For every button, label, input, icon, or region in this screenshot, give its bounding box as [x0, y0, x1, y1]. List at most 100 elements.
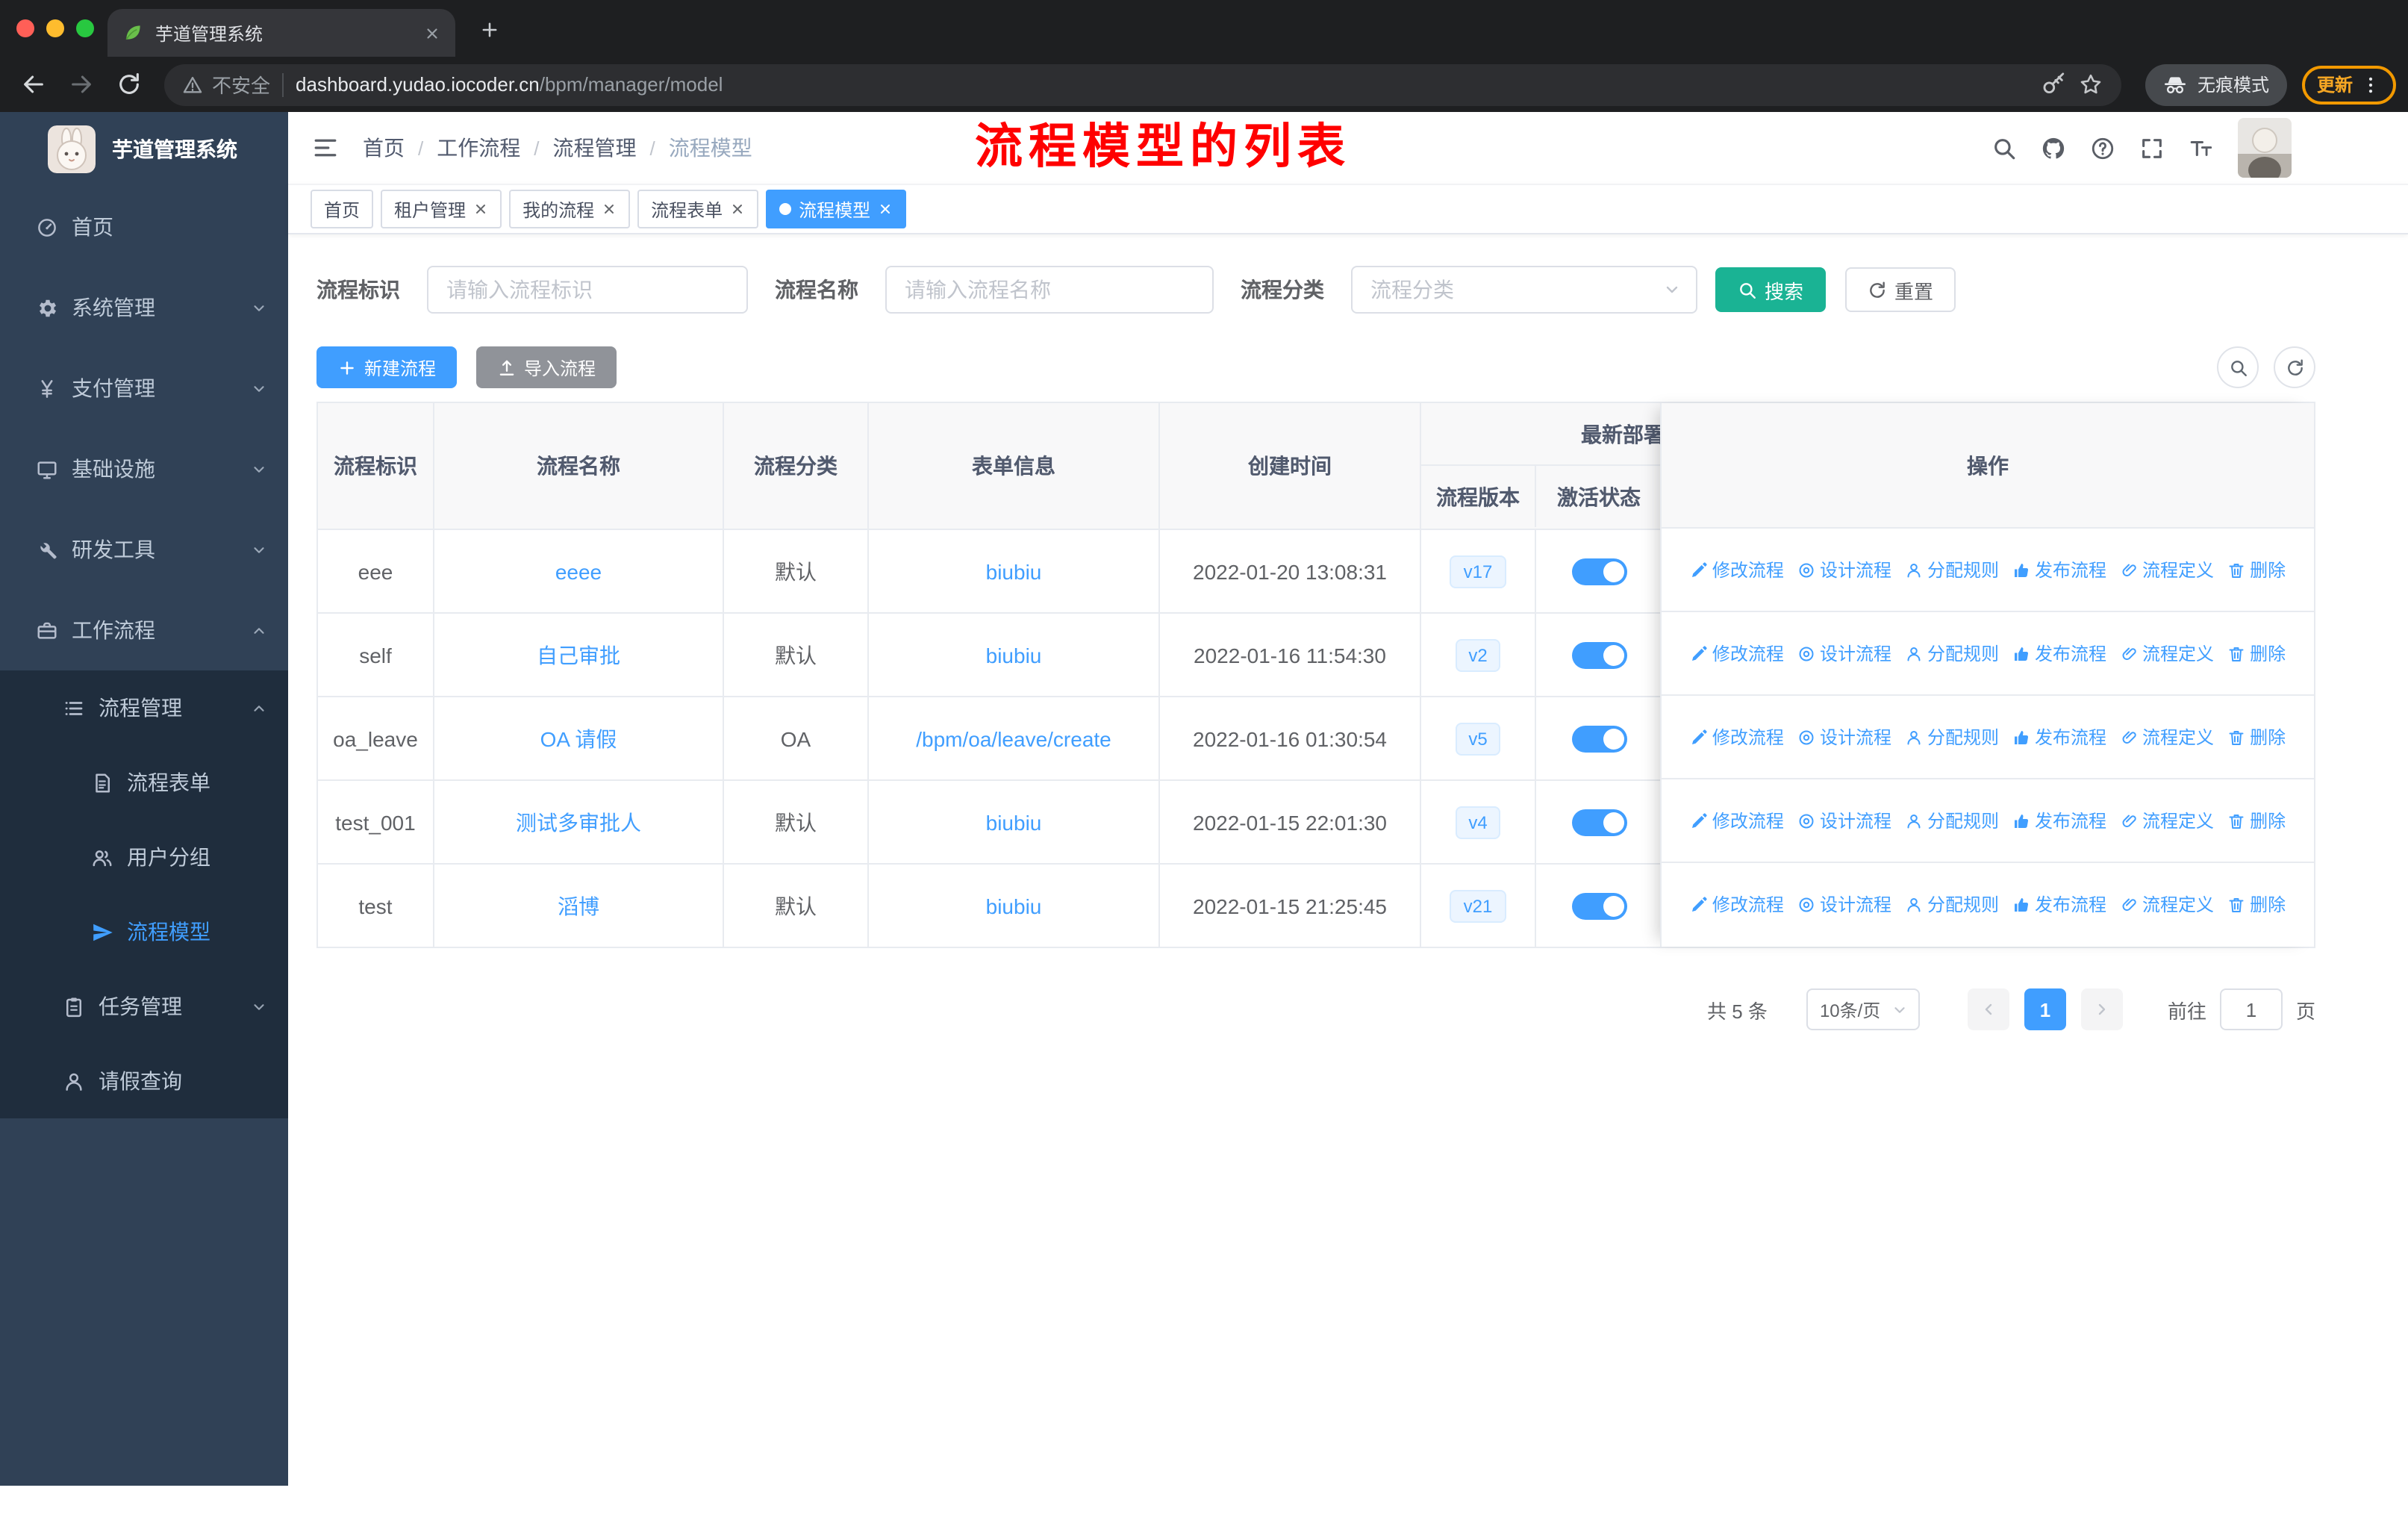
- sidebar-item-dev-tools[interactable]: 研发工具: [0, 509, 288, 590]
- assign-rule-link[interactable]: 分配规则: [1905, 557, 1999, 582]
- form-info-link[interactable]: biubiu: [986, 894, 1042, 918]
- menu-dots-icon[interactable]: [2360, 74, 2381, 95]
- sidebar-item-payment-mgmt[interactable]: 支付管理: [0, 348, 288, 429]
- sidebar-item-task-mgmt[interactable]: 任务管理: [0, 969, 288, 1044]
- assign-rule-link[interactable]: 分配规则: [1905, 641, 1999, 666]
- flow-key-input[interactable]: [427, 266, 748, 314]
- form-info-link[interactable]: /bpm/oa/leave/create: [916, 726, 1111, 750]
- security-chip[interactable]: 不安全: [182, 70, 270, 99]
- modify-flow-link[interactable]: 修改流程: [1690, 641, 1784, 666]
- modify-flow-link[interactable]: 修改流程: [1690, 724, 1784, 750]
- reset-button[interactable]: 重置: [1845, 267, 1956, 312]
- sidebar-item-infrastructure[interactable]: 基础设施: [0, 429, 288, 509]
- assign-rule-link[interactable]: 分配规则: [1905, 724, 1999, 750]
- close-icon[interactable]: [878, 202, 893, 217]
- tag-process-form[interactable]: 流程表单: [637, 190, 759, 228]
- tag-tenant-mgmt[interactable]: 租户管理: [381, 190, 502, 228]
- publish-flow-link[interactable]: 发布流程: [2012, 808, 2106, 833]
- tag-home[interactable]: 首页: [311, 190, 374, 228]
- delete-link[interactable]: 删除: [2227, 641, 2286, 666]
- design-flow-link[interactable]: 设计流程: [1797, 891, 1891, 917]
- current-page[interactable]: 1: [2024, 988, 2066, 1030]
- import-flow-button[interactable]: 导入流程: [476, 346, 617, 388]
- form-info-link[interactable]: biubiu: [986, 643, 1042, 667]
- design-flow-link[interactable]: 设计流程: [1797, 724, 1891, 750]
- toggle-search-button[interactable]: [2217, 346, 2259, 388]
- active-toggle[interactable]: [1571, 809, 1626, 835]
- modify-flow-link[interactable]: 修改流程: [1690, 891, 1784, 917]
- breadcrumb-item[interactable]: 流程管理: [553, 133, 637, 163]
- modify-flow-link[interactable]: 修改流程: [1690, 557, 1784, 582]
- sidebar-item-process-mgmt[interactable]: 流程管理: [0, 670, 288, 745]
- refresh-table-button[interactable]: [2274, 346, 2315, 388]
- active-toggle[interactable]: [1571, 725, 1626, 752]
- form-info-link[interactable]: biubiu: [986, 810, 1042, 834]
- form-info-link[interactable]: biubiu: [986, 559, 1042, 583]
- flow-definition-link[interactable]: 流程定义: [2120, 891, 2214, 917]
- sidebar-item-workflow[interactable]: 工作流程: [0, 590, 288, 670]
- new-tab-button[interactable]: [470, 10, 509, 49]
- sidebar-item-leave-query[interactable]: 请假查询: [0, 1044, 288, 1118]
- publish-flow-link[interactable]: 发布流程: [2012, 641, 2106, 666]
- close-icon[interactable]: [602, 202, 617, 217]
- avatar[interactable]: [2238, 118, 2292, 178]
- delete-link[interactable]: 删除: [2227, 808, 2286, 833]
- sidebar-item-user-group[interactable]: 用户分组: [0, 820, 288, 894]
- next-page-button[interactable]: [2080, 988, 2123, 1030]
- browser-update-chip[interactable]: 更新: [2301, 65, 2396, 104]
- publish-flow-link[interactable]: 发布流程: [2012, 891, 2106, 917]
- flow-category-select[interactable]: 流程分类: [1351, 266, 1697, 314]
- search-icon[interactable]: [1980, 112, 2029, 184]
- active-toggle[interactable]: [1571, 641, 1626, 668]
- bookmark-star-icon[interactable]: [2078, 72, 2103, 97]
- model-name-link[interactable]: OA 请假: [540, 723, 617, 753]
- create-flow-button[interactable]: 新建流程: [316, 346, 458, 388]
- design-flow-link[interactable]: 设计流程: [1797, 641, 1891, 666]
- sidebar-toggle-button[interactable]: [288, 112, 363, 184]
- fullscreen-icon[interactable]: [2127, 112, 2177, 184]
- tag-my-process[interactable]: 我的流程: [509, 190, 631, 228]
- assign-rule-link[interactable]: 分配规则: [1905, 808, 1999, 833]
- active-toggle[interactable]: [1571, 892, 1626, 919]
- model-name-link[interactable]: eeee: [555, 559, 602, 583]
- sidebar-item-process-form[interactable]: 流程表单: [0, 745, 288, 820]
- assign-rule-link[interactable]: 分配规则: [1905, 891, 1999, 917]
- model-name-link[interactable]: 自己审批: [537, 640, 620, 670]
- flow-definition-link[interactable]: 流程定义: [2120, 557, 2214, 582]
- design-flow-link[interactable]: 设计流程: [1797, 808, 1891, 833]
- window-zoom-button[interactable]: [76, 19, 94, 37]
- address-bar[interactable]: 不安全 dashboard.yudao.iocoder.cn/bpm/manag…: [164, 63, 2121, 105]
- close-icon[interactable]: [730, 202, 745, 217]
- reload-button[interactable]: [107, 63, 149, 105]
- github-icon[interactable]: [2029, 112, 2078, 184]
- close-icon[interactable]: [473, 202, 488, 217]
- forward-button[interactable]: [60, 63, 102, 105]
- search-button[interactable]: 搜索: [1715, 267, 1827, 312]
- modify-flow-link[interactable]: 修改流程: [1690, 808, 1784, 833]
- window-close-button[interactable]: [16, 19, 34, 37]
- publish-flow-link[interactable]: 发布流程: [2012, 557, 2106, 582]
- flow-definition-link[interactable]: 流程定义: [2120, 724, 2214, 750]
- font-size-icon[interactable]: [2177, 112, 2226, 184]
- browser-tab[interactable]: 芋道管理系统: [107, 9, 455, 57]
- delete-link[interactable]: 删除: [2227, 891, 2286, 917]
- delete-link[interactable]: 删除: [2227, 557, 2286, 582]
- breadcrumb-item[interactable]: 工作流程: [437, 133, 520, 163]
- delete-link[interactable]: 删除: [2227, 724, 2286, 750]
- tag-process-model[interactable]: 流程模型: [766, 190, 907, 228]
- goto-page-input[interactable]: [2219, 988, 2283, 1030]
- flow-name-input[interactable]: [885, 266, 1214, 314]
- sidebar-item-home[interactable]: 首页: [0, 187, 288, 267]
- help-icon[interactable]: [2078, 112, 2127, 184]
- design-flow-link[interactable]: 设计流程: [1797, 557, 1891, 582]
- sidebar-item-process-model[interactable]: 流程模型: [0, 894, 288, 969]
- model-name-link[interactable]: 测试多审批人: [516, 807, 641, 837]
- prev-page-button[interactable]: [1967, 988, 2009, 1030]
- model-name-link[interactable]: 滔博: [558, 891, 599, 921]
- flow-definition-link[interactable]: 流程定义: [2120, 808, 2214, 833]
- active-toggle[interactable]: [1571, 558, 1626, 585]
- sidebar-item-system-mgmt[interactable]: 系统管理: [0, 267, 288, 348]
- password-key-icon[interactable]: [2041, 72, 2066, 97]
- back-button[interactable]: [12, 63, 54, 105]
- window-minimize-button[interactable]: [46, 19, 64, 37]
